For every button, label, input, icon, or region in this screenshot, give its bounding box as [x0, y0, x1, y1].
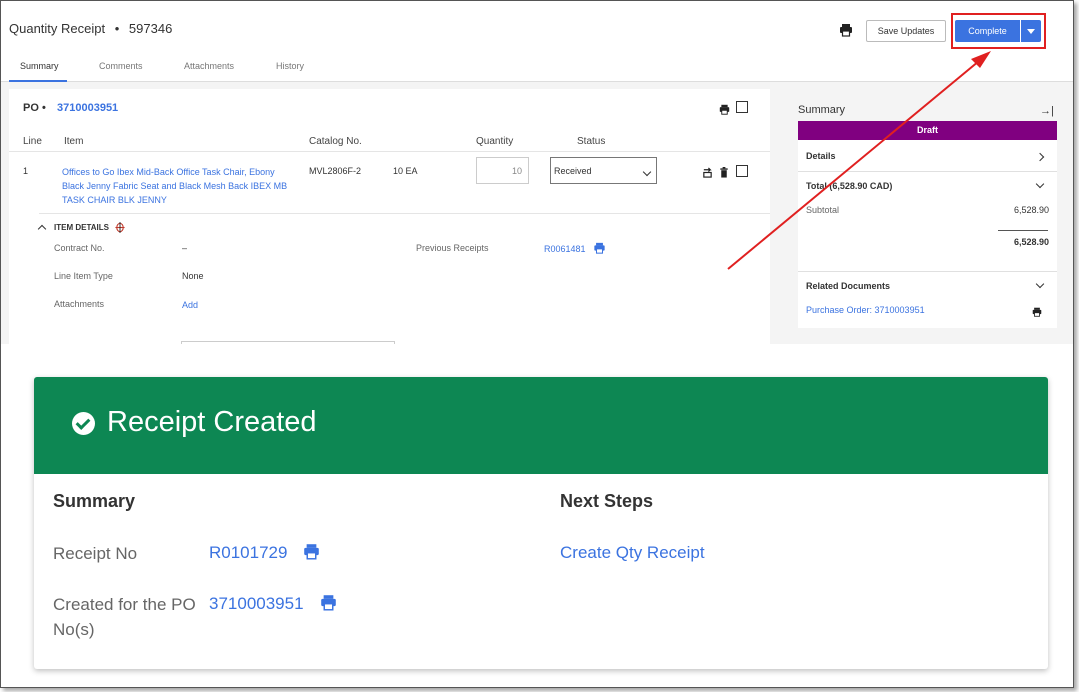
save-updates-button[interactable]: Save Updates	[866, 20, 946, 42]
header-divider	[9, 151, 770, 152]
line-number: 1	[23, 166, 29, 176]
details-row[interactable]: Details	[806, 151, 836, 161]
chevron-down-icon[interactable]	[1035, 279, 1045, 289]
print-icon[interactable]	[319, 594, 338, 611]
chevron-down-icon[interactable]	[1035, 179, 1045, 189]
column-header-status: Status	[577, 136, 606, 147]
line-type-label: Line Item Type	[54, 271, 113, 281]
print-icon[interactable]	[1032, 307, 1042, 317]
created-for-label: Created for the PO No(s)	[53, 595, 196, 639]
total-rule	[998, 230, 1048, 231]
trash-icon[interactable]	[719, 167, 729, 178]
create-qty-receipt-link[interactable]: Create Qty Receipt	[560, 543, 705, 563]
summary-divider	[798, 171, 1057, 172]
highlight-annotation	[951, 13, 1046, 49]
receipt-no-label: Receipt No	[53, 544, 138, 563]
line-type-value: None	[182, 271, 204, 281]
top-bar: Quantity Receipt • 597346 Save Updates C…	[1, 1, 1073, 51]
print-icon[interactable]	[593, 242, 606, 254]
contract-label: Contract No.	[54, 243, 105, 253]
subtotal-label: Subtotal	[806, 205, 840, 215]
print-icon[interactable]	[719, 104, 730, 115]
po-label: PO •	[23, 102, 46, 114]
po-card: PO • 3710003951 Line Item Catalog No. Qu…	[9, 89, 770, 344]
page-title-text: Quantity Receipt	[9, 21, 106, 36]
subtotal-value: 6,528.90	[1013, 205, 1049, 215]
print-icon[interactable]	[302, 543, 321, 560]
notes-input[interactable]	[181, 341, 395, 344]
collapse-panel-icon[interactable]: →|	[1040, 105, 1054, 117]
active-tab-indicator	[9, 80, 67, 82]
tab-summary[interactable]: Summary	[20, 61, 59, 71]
chevron-up-icon	[37, 224, 47, 234]
receipt-created-banner: Receipt Created	[34, 377, 1048, 474]
flag-icon	[115, 222, 125, 233]
title-separator: •	[114, 21, 120, 36]
receipt-no-link[interactable]: R0101729	[209, 543, 287, 563]
tab-bar: Summary Comments Attachments History	[1, 51, 1073, 82]
summary-divider	[798, 271, 1057, 272]
item-description-link[interactable]: Offices to Go Ibex Mid-Back Office Task …	[62, 165, 297, 207]
column-header-catalog: Catalog No.	[309, 136, 362, 147]
page-title: Quantity Receipt • 597346	[9, 21, 178, 36]
previous-receipts-label: Previous Receipts	[416, 243, 489, 253]
column-header-line: Line	[23, 136, 42, 147]
po-number-link[interactable]: 3710003951	[209, 594, 304, 614]
item-details-toggle[interactable]: ITEM DETAILS	[37, 222, 125, 234]
print-icon[interactable]	[839, 23, 853, 37]
receipt-created-card: Receipt Created Summary Next Steps Recei…	[34, 377, 1048, 669]
line-select-checkbox[interactable]	[736, 165, 748, 177]
contract-value: –	[182, 243, 188, 253]
status-select[interactable]: Received	[550, 157, 657, 184]
check-circle-icon	[72, 412, 95, 435]
receipt-id: 597346	[128, 21, 173, 36]
tab-comments[interactable]: Comments	[99, 61, 143, 71]
uom-quantity: 10 EA	[393, 166, 418, 176]
catalog-number: MVL2806F-2	[309, 166, 362, 176]
summary-heading: Summary	[53, 491, 136, 511]
tab-attachments[interactable]: Attachments	[184, 61, 234, 71]
column-header-item: Item	[64, 136, 84, 147]
po-number-link[interactable]: 3710003951	[57, 102, 118, 114]
total-value: 6,528.90	[1013, 237, 1049, 247]
purchase-order-link[interactable]: Purchase Order: 3710003951	[806, 305, 925, 315]
quantity-receipt-app: Quantity Receipt • 597346 Save Updates C…	[1, 1, 1073, 344]
receipt-created-title: Receipt Created	[107, 406, 317, 438]
row-actions	[702, 167, 729, 178]
chevron-right-icon[interactable]	[1035, 152, 1045, 162]
column-header-quantity: Quantity	[476, 136, 514, 147]
summary-card: Draft Details Total (6,528.90 CAD) Subto…	[798, 121, 1057, 328]
next-steps-heading: Next Steps	[560, 491, 654, 511]
attachments-label: Attachments	[54, 299, 105, 309]
tab-history[interactable]: History	[276, 61, 304, 71]
add-attachment-link[interactable]: Add	[182, 300, 198, 310]
row-divider	[39, 213, 770, 214]
total-row[interactable]: Total (6,528.90 CAD)	[806, 181, 892, 191]
summary-panel-title: Summary	[798, 104, 846, 116]
po-select-checkbox[interactable]	[736, 101, 748, 113]
related-documents-row[interactable]: Related Documents	[806, 281, 890, 291]
screenshot-frame: Quantity Receipt • 597346 Save Updates C…	[0, 0, 1074, 688]
previous-receipt-link[interactable]: R0061481	[544, 244, 586, 254]
status-badge: Draft	[798, 121, 1057, 140]
split-line-icon[interactable]	[702, 167, 713, 178]
item-details-heading: ITEM DETAILS	[54, 223, 109, 232]
quantity-input[interactable]: 10	[476, 157, 529, 184]
